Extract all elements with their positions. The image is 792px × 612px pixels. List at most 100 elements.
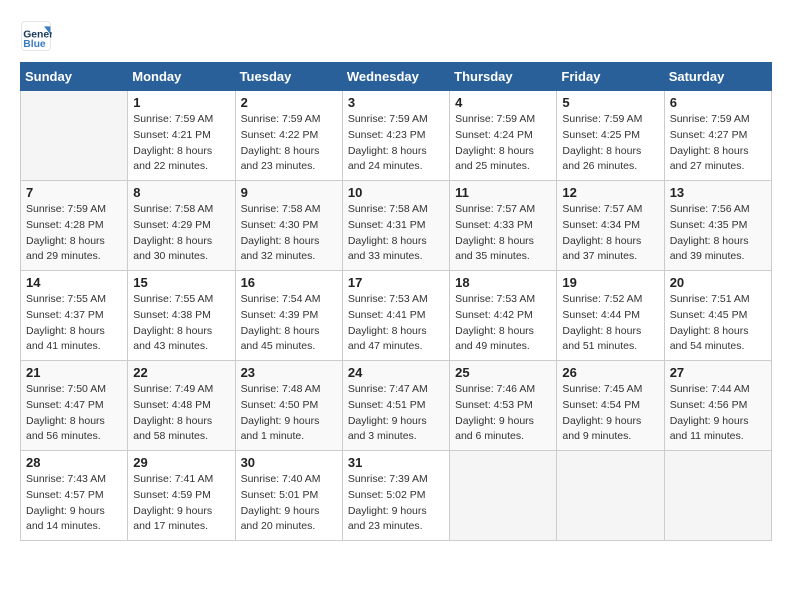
calendar-cell: 30Sunrise: 7:40 AM Sunset: 5:01 PM Dayli… <box>235 451 342 541</box>
day-info: Sunrise: 7:59 AM Sunset: 4:22 PM Dayligh… <box>241 112 337 175</box>
calendar-cell: 2 Sunrise: 7:59 AM Sunset: 4:22 PM Daylig… <box>235 91 342 181</box>
calendar-cell: 5 Sunrise: 7:59 AM Sunset: 4:25 PM Daylig… <box>557 91 664 181</box>
calendar-cell: 9 Sunrise: 7:58 AM Sunset: 4:30 PM Daylig… <box>235 181 342 271</box>
calendar-cell: 17 Sunrise: 7:53 AM Sunset: 4:41 PM Dayli… <box>342 271 449 361</box>
day-number: 1 <box>133 95 229 110</box>
day-number: 22 <box>133 365 229 380</box>
calendar-cell: 29 Sunrise: 7:41 AM Sunset: 4:59 PM Dayli… <box>128 451 235 541</box>
calendar-cell: 1 Sunrise: 7:59 AM Sunset: 4:21 PM Daylig… <box>128 91 235 181</box>
day-number: 23 <box>241 365 337 380</box>
weekday-header-wednesday: Wednesday <box>342 63 449 91</box>
day-info: Sunrise: 7:49 AM Sunset: 4:48 PM Dayligh… <box>133 382 229 445</box>
day-number: 11 <box>455 185 551 200</box>
day-number: 19 <box>562 275 658 290</box>
calendar-cell: 18 Sunrise: 7:53 AM Sunset: 4:42 PM Dayli… <box>450 271 557 361</box>
day-info: Sunrise: 7:48 AM Sunset: 4:50 PM Dayligh… <box>241 382 337 445</box>
day-info: Sunrise: 7:55 AM Sunset: 4:37 PM Dayligh… <box>26 292 122 355</box>
calendar-cell: 16 Sunrise: 7:54 AM Sunset: 4:39 PM Dayli… <box>235 271 342 361</box>
calendar-cell <box>450 451 557 541</box>
calendar-cell <box>557 451 664 541</box>
weekday-header-saturday: Saturday <box>664 63 771 91</box>
day-number: 31 <box>348 455 444 470</box>
day-number: 28 <box>26 455 122 470</box>
calendar-cell: 7Sunrise: 7:59 AM Sunset: 4:28 PM Daylig… <box>21 181 128 271</box>
day-info: Sunrise: 7:58 AM Sunset: 4:31 PM Dayligh… <box>348 202 444 265</box>
day-number: 13 <box>670 185 766 200</box>
day-number: 9 <box>241 185 337 200</box>
day-info: Sunrise: 7:57 AM Sunset: 4:34 PM Dayligh… <box>562 202 658 265</box>
calendar-cell: 26 Sunrise: 7:45 AM Sunset: 4:54 PM Dayli… <box>557 361 664 451</box>
day-number: 17 <box>348 275 444 290</box>
calendar-week-1: 1 Sunrise: 7:59 AM Sunset: 4:21 PM Daylig… <box>21 91 772 181</box>
calendar-cell: 12 Sunrise: 7:57 AM Sunset: 4:34 PM Dayli… <box>557 181 664 271</box>
day-info: Sunrise: 7:53 AM Sunset: 4:41 PM Dayligh… <box>348 292 444 355</box>
calendar-cell: 10 Sunrise: 7:58 AM Sunset: 4:31 PM Dayli… <box>342 181 449 271</box>
day-info: Sunrise: 7:53 AM Sunset: 4:42 PM Dayligh… <box>455 292 551 355</box>
day-info: Sunrise: 7:58 AM Sunset: 4:29 PM Dayligh… <box>133 202 229 265</box>
day-number: 25 <box>455 365 551 380</box>
day-info: Sunrise: 7:45 AM Sunset: 4:54 PM Dayligh… <box>562 382 658 445</box>
day-number: 5 <box>562 95 658 110</box>
day-info: Sunrise: 7:59 AM Sunset: 4:28 PM Dayligh… <box>26 202 122 265</box>
day-number: 3 <box>348 95 444 110</box>
calendar-cell: 28 Sunrise: 7:43 AM Sunset: 4:57 PM Dayli… <box>21 451 128 541</box>
day-info: Sunrise: 7:44 AM Sunset: 4:56 PM Dayligh… <box>670 382 766 445</box>
day-info: Sunrise: 7:40 AM Sunset: 5:01 PM Dayligh… <box>241 472 337 535</box>
day-number: 14 <box>26 275 122 290</box>
calendar-week-4: 21 Sunrise: 7:50 AM Sunset: 4:47 PM Dayli… <box>21 361 772 451</box>
day-info: Sunrise: 7:59 AM Sunset: 4:24 PM Dayligh… <box>455 112 551 175</box>
calendar-table: SundayMondayTuesdayWednesdayThursdayFrid… <box>20 62 772 541</box>
svg-text:Blue: Blue <box>23 39 46 50</box>
day-number: 29 <box>133 455 229 470</box>
day-info: Sunrise: 7:56 AM Sunset: 4:35 PM Dayligh… <box>670 202 766 265</box>
day-info: Sunrise: 7:57 AM Sunset: 4:33 PM Dayligh… <box>455 202 551 265</box>
day-number: 18 <box>455 275 551 290</box>
day-number: 4 <box>455 95 551 110</box>
day-number: 15 <box>133 275 229 290</box>
logo: General Blue <box>20 20 56 52</box>
day-number: 2 <box>241 95 337 110</box>
day-info: Sunrise: 7:58 AM Sunset: 4:30 PM Dayligh… <box>241 202 337 265</box>
page-header: General Blue <box>20 20 772 52</box>
day-info: Sunrise: 7:59 AM Sunset: 4:23 PM Dayligh… <box>348 112 444 175</box>
day-info: Sunrise: 7:55 AM Sunset: 4:38 PM Dayligh… <box>133 292 229 355</box>
day-info: Sunrise: 7:50 AM Sunset: 4:47 PM Dayligh… <box>26 382 122 445</box>
weekday-header-monday: Monday <box>128 63 235 91</box>
weekday-header-tuesday: Tuesday <box>235 63 342 91</box>
weekday-header-friday: Friday <box>557 63 664 91</box>
calendar-cell: 6 Sunrise: 7:59 AM Sunset: 4:27 PM Daylig… <box>664 91 771 181</box>
calendar-cell <box>21 91 128 181</box>
calendar-cell: 22 Sunrise: 7:49 AM Sunset: 4:48 PM Dayli… <box>128 361 235 451</box>
day-number: 10 <box>348 185 444 200</box>
calendar-week-3: 14 Sunrise: 7:55 AM Sunset: 4:37 PM Dayli… <box>21 271 772 361</box>
logo-icon: General Blue <box>20 20 52 52</box>
calendar-cell: 24Sunrise: 7:47 AM Sunset: 4:51 PM Dayli… <box>342 361 449 451</box>
day-number: 6 <box>670 95 766 110</box>
day-number: 27 <box>670 365 766 380</box>
calendar-cell <box>664 451 771 541</box>
calendar-week-5: 28 Sunrise: 7:43 AM Sunset: 4:57 PM Dayli… <box>21 451 772 541</box>
day-info: Sunrise: 7:54 AM Sunset: 4:39 PM Dayligh… <box>241 292 337 355</box>
calendar-cell: 13 Sunrise: 7:56 AM Sunset: 4:35 PM Dayli… <box>664 181 771 271</box>
day-info: Sunrise: 7:43 AM Sunset: 4:57 PM Dayligh… <box>26 472 122 535</box>
calendar-week-2: 7Sunrise: 7:59 AM Sunset: 4:28 PM Daylig… <box>21 181 772 271</box>
weekday-header-thursday: Thursday <box>450 63 557 91</box>
calendar-cell: 4 Sunrise: 7:59 AM Sunset: 4:24 PM Daylig… <box>450 91 557 181</box>
calendar-cell: 23 Sunrise: 7:48 AM Sunset: 4:50 PM Dayli… <box>235 361 342 451</box>
day-info: Sunrise: 7:46 AM Sunset: 4:53 PM Dayligh… <box>455 382 551 445</box>
day-number: 26 <box>562 365 658 380</box>
calendar-cell: 8Sunrise: 7:58 AM Sunset: 4:29 PM Daylig… <box>128 181 235 271</box>
day-info: Sunrise: 7:59 AM Sunset: 4:25 PM Dayligh… <box>562 112 658 175</box>
calendar-cell: 3 Sunrise: 7:59 AM Sunset: 4:23 PM Daylig… <box>342 91 449 181</box>
calendar-cell: 20Sunrise: 7:51 AM Sunset: 4:45 PM Dayli… <box>664 271 771 361</box>
day-number: 16 <box>241 275 337 290</box>
day-info: Sunrise: 7:59 AM Sunset: 4:27 PM Dayligh… <box>670 112 766 175</box>
day-number: 21 <box>26 365 122 380</box>
day-number: 20 <box>670 275 766 290</box>
day-number: 12 <box>562 185 658 200</box>
day-info: Sunrise: 7:39 AM Sunset: 5:02 PM Dayligh… <box>348 472 444 535</box>
day-info: Sunrise: 7:41 AM Sunset: 4:59 PM Dayligh… <box>133 472 229 535</box>
calendar-cell: 14 Sunrise: 7:55 AM Sunset: 4:37 PM Dayli… <box>21 271 128 361</box>
day-info: Sunrise: 7:59 AM Sunset: 4:21 PM Dayligh… <box>133 112 229 175</box>
calendar-cell: 31 Sunrise: 7:39 AM Sunset: 5:02 PM Dayli… <box>342 451 449 541</box>
